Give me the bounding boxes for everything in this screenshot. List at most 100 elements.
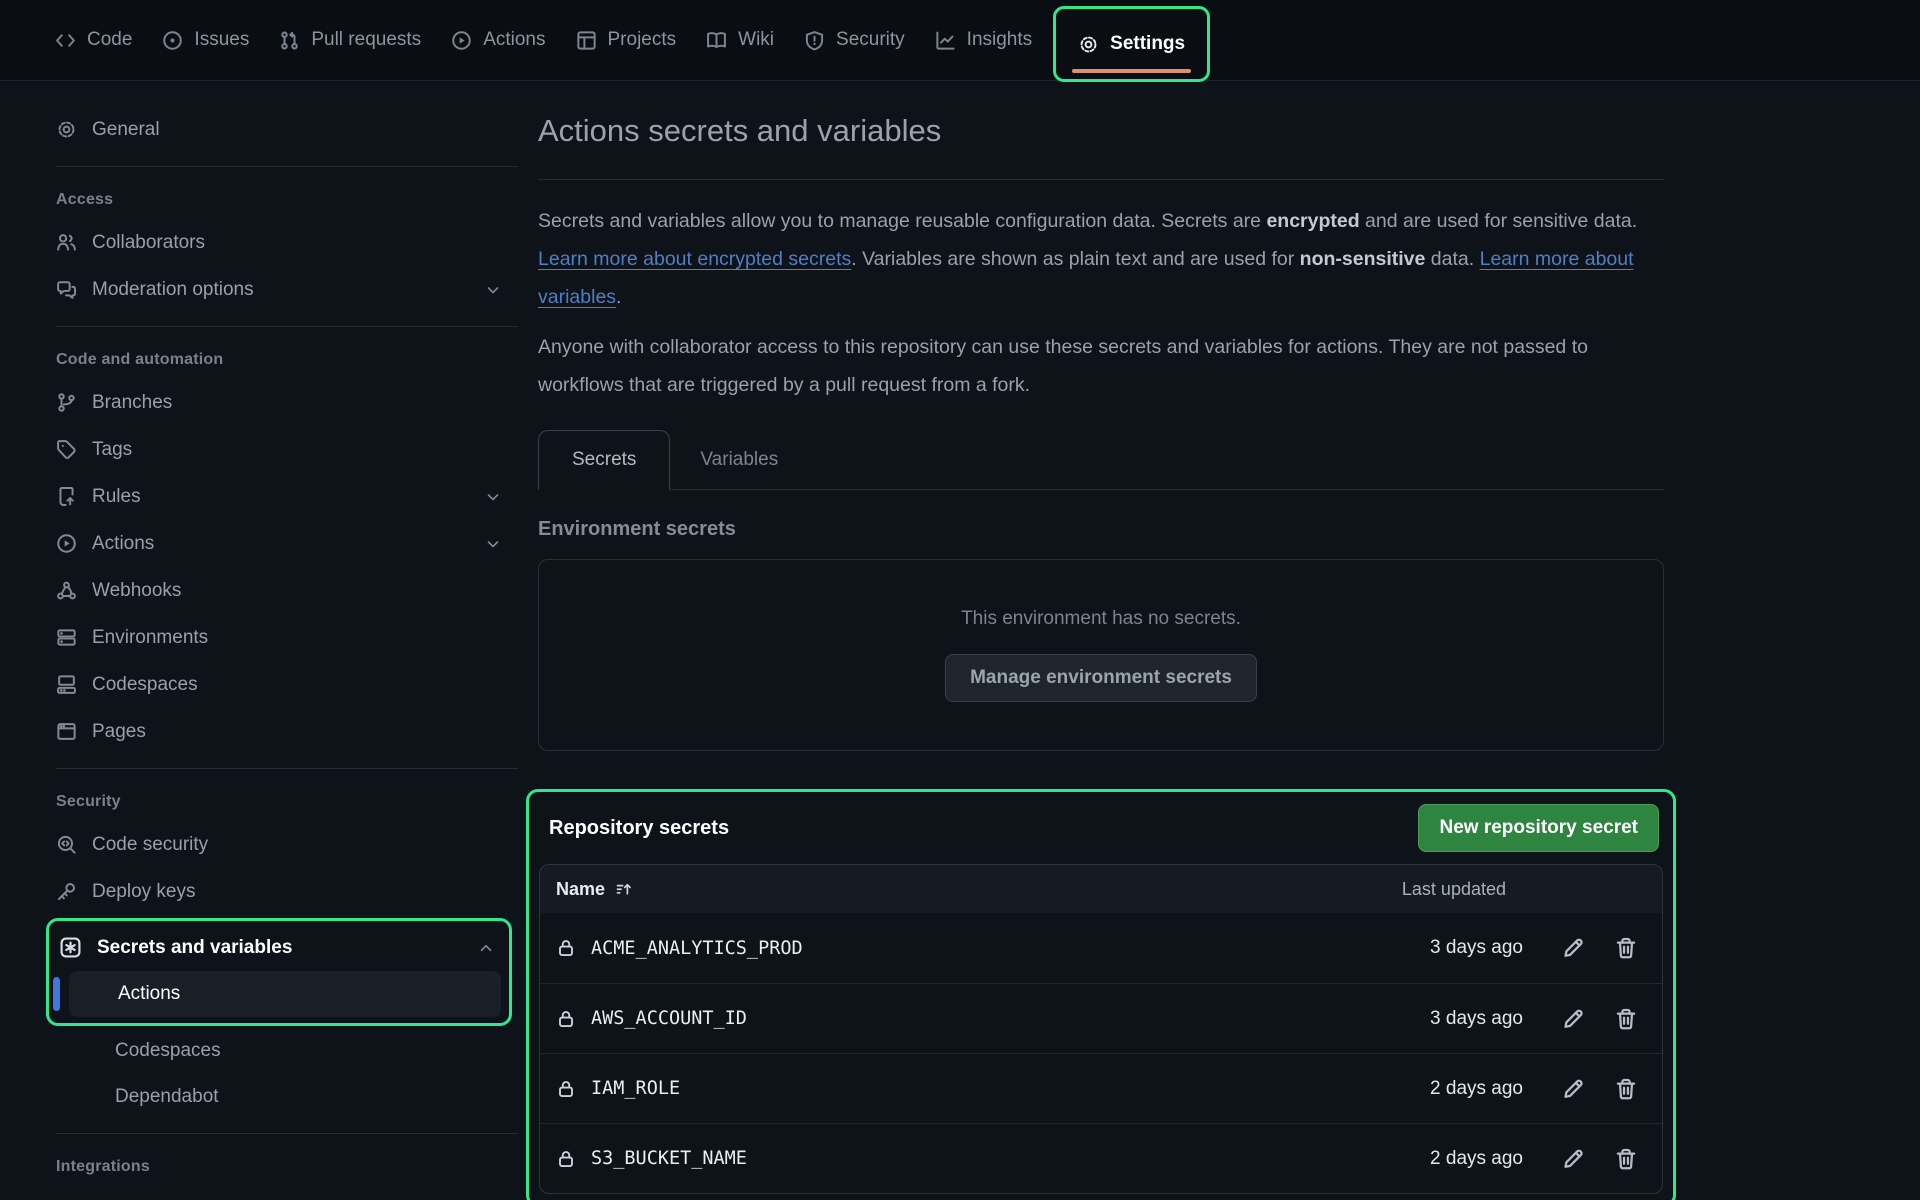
gear-icon	[56, 119, 77, 140]
lock-icon	[556, 1149, 576, 1169]
chevron-down-icon	[484, 535, 502, 553]
sidebar-item-pages[interactable]: Pages	[40, 708, 518, 755]
column-header-last-updated: Last updated	[1402, 879, 1506, 900]
table-row: S3_BUCKET_NAME 2 days ago	[540, 1123, 1662, 1193]
sidebar-divider	[56, 166, 518, 167]
intro-text: and are used for sensitive data.	[1360, 210, 1638, 232]
trash-icon[interactable]	[1614, 1007, 1638, 1031]
gear-icon	[1078, 34, 1099, 55]
sidebar-item-label: Code security	[92, 834, 208, 856]
intro-text: Secrets and variables allow you to manag…	[538, 210, 1266, 232]
sidebar-item-rules[interactable]: Rules	[40, 473, 518, 520]
column-header-name[interactable]: Name	[556, 879, 605, 900]
sidebar-item-tags[interactable]: Tags	[40, 426, 518, 473]
sidebar-section-code-and-automation: Code and automation	[40, 337, 518, 379]
sidebar-item-label: Actions	[92, 533, 154, 555]
sidebar-item-environments[interactable]: Environments	[40, 614, 518, 661]
repository-secrets-header: Repository secrets New repository secret	[539, 804, 1663, 864]
pencil-icon[interactable]	[1561, 936, 1585, 960]
trash-icon[interactable]	[1614, 1077, 1638, 1101]
sidebar-subitem-dependabot[interactable]: Dependabot	[40, 1074, 518, 1120]
sidebar-item-codespaces[interactable]: Codespaces	[40, 661, 518, 708]
sidebar-subitem-actions[interactable]: Actions	[69, 971, 501, 1017]
nav-tab-issues[interactable]: Issues	[147, 0, 264, 81]
sidebar-item-label: Tags	[92, 439, 132, 461]
nav-tab-settings[interactable]: Settings	[1078, 33, 1185, 55]
trash-icon[interactable]	[1614, 936, 1638, 960]
intro-text: .	[616, 286, 621, 308]
sidebar-item-label: Webhooks	[92, 580, 181, 602]
sidebar-item-label: Collaborators	[92, 232, 205, 254]
intro-text: data.	[1425, 248, 1479, 270]
nav-tab-label: Pull requests	[311, 29, 421, 51]
sidebar-item-secrets-and-variables[interactable]: Secrets and variables	[49, 924, 509, 971]
table-header-row: Name Last updated	[540, 865, 1662, 913]
sidebar-item-label: General	[92, 119, 160, 141]
pencil-icon[interactable]	[1561, 1007, 1585, 1031]
play-circle-icon	[56, 533, 77, 554]
secret-name: ACME_ANALYTICS_PROD	[591, 938, 803, 959]
git-pull-request-icon	[279, 30, 300, 51]
sidebar-item-label: Codespaces	[92, 674, 198, 696]
secret-last-updated: 2 days ago	[1430, 1078, 1523, 1100]
key-icon	[56, 881, 77, 902]
sidebar-item-label: Moderation options	[92, 279, 254, 301]
sidebar-item-webhooks[interactable]: Webhooks	[40, 567, 518, 614]
collaborator-access-note: Anyone with collaborator access to this …	[538, 328, 1664, 404]
people-icon	[56, 232, 77, 253]
environment-secrets-panel: This environment has no secrets. Manage …	[538, 559, 1664, 751]
tab-label: Variables	[700, 449, 778, 471]
nav-tab-label: Code	[87, 29, 132, 51]
tab-secrets[interactable]: Secrets	[538, 430, 670, 490]
intro-bold-encrypted: encrypted	[1266, 210, 1359, 232]
manage-environment-secrets-button[interactable]: Manage environment secrets	[945, 654, 1257, 702]
secret-name: IAM_ROLE	[591, 1078, 680, 1099]
new-repository-secret-button[interactable]: New repository secret	[1418, 804, 1659, 852]
tag-icon	[56, 439, 77, 460]
nav-tab-pull-requests[interactable]: Pull requests	[264, 0, 436, 81]
trash-icon[interactable]	[1614, 1147, 1638, 1171]
nav-tab-label: Issues	[194, 29, 249, 51]
sidebar-item-branches[interactable]: Branches	[40, 379, 518, 426]
secrets-and-variables-highlight: Secrets and variables Actions	[46, 918, 512, 1026]
pencil-icon[interactable]	[1561, 1147, 1585, 1171]
settings-sidebar: General Access Collaborators Moderation …	[40, 106, 518, 1186]
sidebar-subitem-label: Dependabot	[115, 1086, 219, 1108]
pencil-icon[interactable]	[1561, 1077, 1585, 1101]
secret-last-updated: 3 days ago	[1430, 1008, 1523, 1030]
environment-empty-message: This environment has no secrets.	[961, 608, 1241, 630]
nav-tab-label: Settings	[1110, 33, 1185, 55]
sidebar-item-deploy-keys[interactable]: Deploy keys	[40, 868, 518, 915]
sidebar-divider	[56, 326, 518, 327]
server-icon	[56, 627, 77, 648]
page-title: Actions secrets and variables	[538, 113, 1664, 180]
secret-name: AWS_ACCOUNT_ID	[591, 1008, 747, 1029]
sidebar-item-label: Branches	[92, 392, 172, 414]
sidebar-item-collaborators[interactable]: Collaborators	[40, 219, 518, 266]
browser-icon	[56, 721, 77, 742]
secret-last-updated: 3 days ago	[1430, 937, 1523, 959]
tab-variables[interactable]: Variables	[670, 430, 808, 489]
settings-tab-highlight: Settings	[1053, 6, 1210, 82]
sidebar-item-actions[interactable]: Actions	[40, 520, 518, 567]
sidebar-item-moderation-options[interactable]: Moderation options	[40, 266, 518, 313]
webhook-icon	[56, 580, 77, 601]
lock-icon	[556, 1009, 576, 1029]
nav-tab-label: Actions	[483, 29, 545, 51]
table-row: ACME_ANALYTICS_PROD 3 days ago	[540, 913, 1662, 983]
sidebar-subitem-codespaces[interactable]: Codespaces	[40, 1028, 518, 1074]
intro-bold-non-sensitive: non-sensitive	[1300, 248, 1426, 270]
sidebar-item-label: Pages	[92, 721, 146, 743]
link-learn-encrypted-secrets[interactable]: Learn more about encrypted secrets	[538, 248, 851, 270]
intro-paragraph: Secrets and variables allow you to manag…	[538, 202, 1664, 316]
sort-ascending-icon[interactable]	[615, 880, 633, 898]
sidebar-item-general[interactable]: General	[40, 106, 518, 153]
secrets-variables-tabs: Secrets Variables	[538, 430, 1664, 490]
tab-label: Secrets	[572, 449, 636, 471]
asterisk-box-icon	[59, 936, 82, 959]
codescan-icon	[56, 834, 77, 855]
sidebar-item-code-security[interactable]: Code security	[40, 821, 518, 868]
sidebar-divider	[56, 768, 518, 769]
nav-tab-code[interactable]: Code	[40, 0, 147, 81]
code-icon	[55, 30, 76, 51]
